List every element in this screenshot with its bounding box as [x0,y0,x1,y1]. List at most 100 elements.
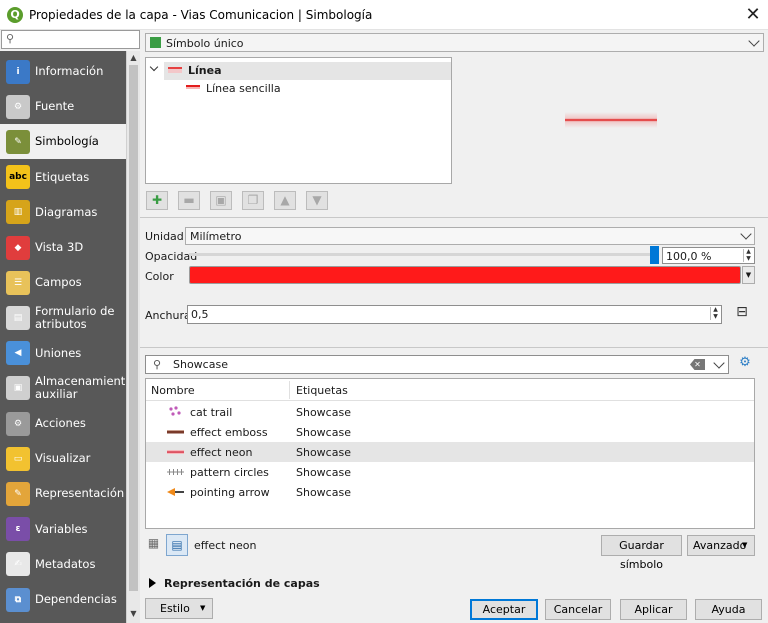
apply-button[interactable]: Aplicar [620,599,687,620]
sidebar-item-fuente[interactable]: ⚙ Fuente [0,89,126,124]
sidebar-item-dependencias[interactable]: ⧉ Dependencias [0,582,126,617]
table-row[interactable]: pattern circles Showcase [146,462,754,482]
table-row[interactable]: effect neon Showcase [146,442,754,462]
sidebar-search-input[interactable]: ⚲ [1,30,140,49]
spin-arrows-icon[interactable]: ▲ ▼ [743,248,753,262]
symbol-search-input[interactable]: ⚲ Showcase ✕ [145,355,729,374]
labels-abc-icon: abc [6,165,30,190]
column-header-tags[interactable]: Etiquetas [296,384,348,397]
symbol-layer-tree: Línea Línea sencilla [145,57,452,184]
color-label: Color [145,270,174,283]
sidebar-scrollbar[interactable]: ▲ ▼ [126,51,140,623]
pattern-circles-icon [167,469,184,475]
scroll-down-icon[interactable]: ▼ [127,609,140,618]
tree-collapse-icon[interactable] [149,62,159,72]
style-manager-icon[interactable]: ⚙ [736,355,754,374]
tree-item-simple-line-label: Línea sencilla [206,82,281,95]
symbology-brush-icon: ✎ [6,129,30,154]
diagrams-icon: ▥ [6,200,30,225]
joins-icon: ◀ [6,341,30,366]
metadata-icon: ✍ [6,552,30,577]
pointing-arrow-icon [167,488,184,496]
sidebar-item-uniones[interactable]: ◀ Uniones [0,336,126,371]
sidebar-item-campos[interactable]: ☰ Campos [0,265,126,300]
duplicate-layer-button[interactable]: ❐ [242,191,264,210]
remove-layer-button[interactable]: ▬ [178,191,200,210]
chevron-down-icon[interactable] [713,357,725,369]
help-button[interactable]: Ayuda [695,599,762,620]
display-speech-icon: ▭ [6,446,30,471]
table-header: Nombre Etiquetas [146,379,754,401]
sidebar-item-representacion[interactable]: ✎ Representación [0,476,126,511]
unit-select[interactable]: Milímetro [185,227,755,245]
sidebar-item-informacion[interactable]: i Información [0,54,126,89]
data-defined-override-icon[interactable]: ⊟ [730,304,754,324]
dependencies-icon: ⧉ [6,587,30,612]
tree-item-line[interactable]: Línea [164,62,451,80]
symbol-name: pointing arrow [190,486,270,499]
sidebar-item-visualizar[interactable]: ▭ Visualizar [0,441,126,476]
expand-arrow-icon[interactable] [149,578,156,588]
sidebar-item-acciones[interactable]: ⚙ Acciones [0,406,126,441]
width-spinbox[interactable]: 0,5 ▲ ▼ [187,305,722,324]
sidebar-item-vista3d[interactable]: ◆ Vista 3D [0,230,126,265]
table-row[interactable]: pointing arrow Showcase [146,482,754,502]
cancel-button[interactable]: Cancelar [545,599,611,620]
scroll-up-icon[interactable]: ▲ [127,53,140,62]
column-header-name[interactable]: Nombre [151,384,195,397]
sidebar-item-label: Uniones [35,345,82,360]
save-symbol-button[interactable]: Guardar símbolo [601,535,682,571]
sidebar-item-label: Acciones [35,416,86,430]
sidebar-item-etiquetas[interactable]: abc Etiquetas [0,160,126,195]
sidebar-item-label: Almacenamiento auxiliar [35,374,133,402]
selected-symbol-name: effect neon [194,539,257,552]
sidebar-item-label: Simbología [35,134,99,149]
sidebar-item-almacenamiento[interactable]: ▣ Almacenamiento auxiliar [0,371,132,406]
scrollbar-thumb[interactable] [129,65,138,591]
unit-label: Unidad [145,230,184,243]
symbol-name: effect neon [190,446,253,459]
clear-search-icon[interactable]: ✕ [690,359,705,370]
symbol-name: effect emboss [190,426,268,439]
sidebar-item-metadatos[interactable]: ✍ Metadatos [0,547,126,582]
sidebar-item-variables[interactable]: ε Variables [0,512,126,547]
add-layer-button[interactable]: ✚ [146,191,168,210]
column-separator [289,381,290,399]
symbol-tag: Showcase [296,426,351,439]
opacity-spinbox[interactable]: 100,0 % ▲ ▼ [662,247,755,264]
opacity-slider[interactable] [189,253,659,256]
sidebar-item-formulario[interactable]: ▤ Formulario de atributos [0,300,126,335]
sidebar-item-label: Información [35,64,104,78]
color-button[interactable] [189,266,741,284]
table-row[interactable]: cat trail Showcase [146,402,754,422]
accept-button[interactable]: Aceptar [470,599,538,620]
effect-neon-icon [167,450,184,454]
list-view-icon[interactable]: ▦ [145,536,162,555]
tree-item-simple-line[interactable]: Línea sencilla [146,80,451,98]
variables-icon: ε [6,517,30,542]
unit-value: Milímetro [190,230,242,243]
color-dropdown-icon[interactable]: ▼ [742,266,755,284]
move-down-icon: ▼ [312,193,322,207]
renderer-select[interactable]: Símbolo único [145,33,764,52]
sidebar-item-simbologia[interactable]: ✎ Simbología [0,124,126,160]
symbol-name: pattern circles [190,466,269,479]
actions-gear-icon: ⚙ [6,411,30,436]
layer-rendering-group[interactable]: Representación de capas [164,577,320,590]
form-icon: ▤ [6,305,30,330]
title-bar: Q Propiedades de la capa - Vias Comunica… [0,0,768,30]
advanced-button[interactable]: Avanzado ▼ [687,535,755,556]
move-up-button[interactable]: ▲ [274,191,296,210]
chevron-down-icon [740,228,752,240]
style-menu-button[interactable]: Estilo ▼ [145,598,213,619]
move-up-icon: ▲ [280,193,290,207]
table-row[interactable]: effect emboss Showcase [146,422,754,442]
close-icon[interactable]: ✕ [742,4,764,26]
icon-view-icon[interactable]: ▤ [166,534,188,556]
lock-layer-button[interactable]: ▣ [210,191,232,210]
cat-trail-icon [169,406,181,416]
opacity-slider-handle[interactable] [650,246,659,264]
move-down-button[interactable]: ▼ [306,191,328,210]
spin-arrows-icon[interactable]: ▲ ▼ [710,306,720,320]
sidebar-item-diagramas[interactable]: ▥ Diagramas [0,195,126,230]
